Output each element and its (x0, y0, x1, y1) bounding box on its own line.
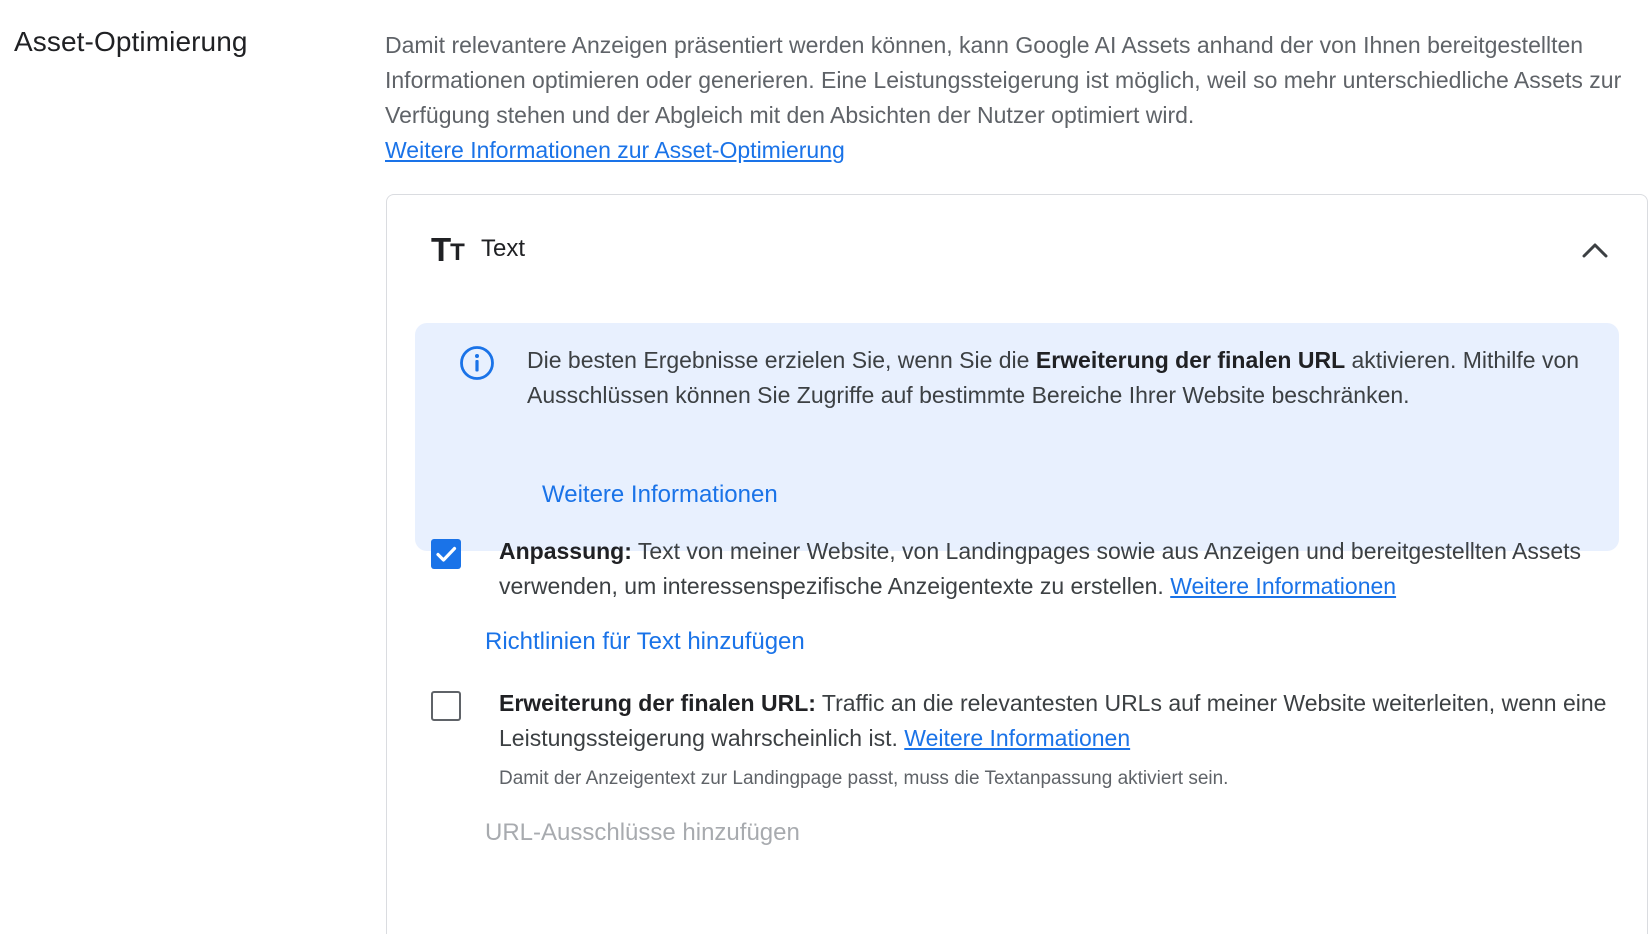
info-banner-learn-more-link[interactable]: Weitere Informationen (542, 481, 778, 509)
card-header: TT Text (431, 231, 526, 268)
info-icon (460, 346, 494, 380)
customization-description: Text von meiner Website, von Landingpage… (499, 538, 1582, 599)
section-description-block: Damit relevantere Anzeigen präsentiert w… (385, 28, 1635, 168)
section-title: Asset-Optimierung (14, 26, 248, 57)
customization-option-text: Anpassung: Text von meiner Website, von … (499, 534, 1619, 604)
chevron-up-icon (1582, 243, 1608, 258)
final-url-expansion-label: Erweiterung der finalen URL: (499, 690, 816, 716)
info-text-bold: Erweiterung der finalen URL (1035, 347, 1346, 373)
final-url-expansion-hint: Damit der Anzeigentext zur Landingpage p… (499, 768, 1229, 789)
add-url-exclusions-link: URL-Ausschlüsse hinzufügen (485, 819, 800, 846)
info-banner-text: Die besten Ergebnisse erzielen Sie, wenn… (527, 343, 1587, 413)
collapse-button[interactable] (1575, 231, 1615, 271)
info-banner: Die besten Ergebnisse erzielen Sie, wenn… (415, 323, 1619, 551)
final-url-expansion-checkbox[interactable] (431, 691, 461, 721)
text-asset-card: TT Text Die besten Ergebnisse erzielen S… (386, 194, 1648, 934)
customization-label: Anpassung: (499, 538, 632, 564)
customization-learn-more-link[interactable]: Weitere Informationen (1170, 573, 1396, 599)
section-description: Damit relevantere Anzeigen präsentiert w… (385, 32, 1622, 128)
asset-optimization-learn-more-link[interactable]: Weitere Informationen zur Asset-Optimier… (385, 137, 845, 163)
final-url-expansion-option-text: Erweiterung der finalen URL: Traffic an … (499, 686, 1619, 756)
info-text-start: Die besten Ergebnisse erzielen Sie, wenn… (527, 347, 1036, 373)
customization-checkbox[interactable] (431, 539, 461, 569)
add-text-guidelines-link[interactable]: Richtlinien für Text hinzufügen (485, 628, 805, 656)
text-fields-icon: TT (431, 231, 465, 268)
final-url-expansion-learn-more-link[interactable]: Weitere Informationen (904, 725, 1130, 751)
checkmark-icon (436, 546, 457, 562)
card-title: Text (481, 235, 526, 262)
